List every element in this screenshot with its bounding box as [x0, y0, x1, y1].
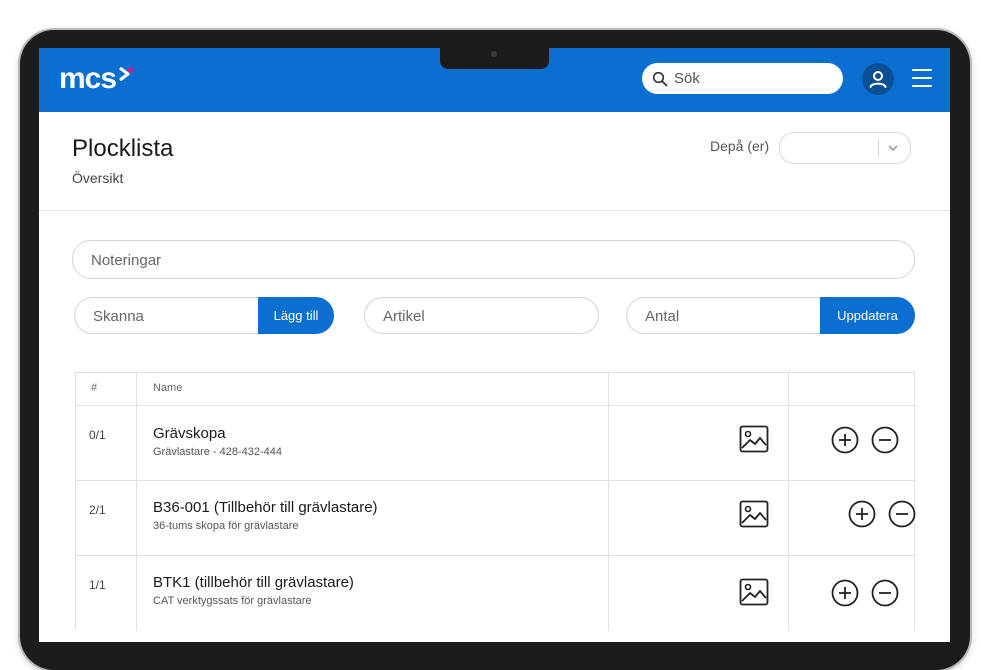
- logo-arrow-icon: [119, 66, 134, 82]
- row-count: 2/1: [89, 503, 106, 517]
- image-icon[interactable]: [739, 578, 769, 606]
- minus-circle-icon[interactable]: [871, 426, 899, 454]
- scan-field[interactable]: Lägg till: [74, 297, 334, 335]
- minus-circle-icon[interactable]: [871, 579, 899, 607]
- row-divider: [76, 555, 916, 556]
- row-name: BTK1 (tillbehör till grävlastare): [153, 574, 354, 591]
- row-divider: [76, 480, 916, 481]
- depot-select[interactable]: [779, 132, 911, 164]
- scan-input[interactable]: [75, 298, 255, 335]
- plus-circle-icon[interactable]: [831, 426, 859, 454]
- page-title: Plocklista: [72, 135, 174, 162]
- hamburger-menu-icon[interactable]: [912, 69, 932, 87]
- quantity-field[interactable]: Uppdatera: [626, 297, 915, 335]
- search-bar[interactable]: [642, 63, 843, 94]
- column-divider: [136, 373, 137, 631]
- select-divider: [878, 139, 879, 157]
- add-button[interactable]: Lägg till: [258, 297, 334, 334]
- row-name: Grävskopa: [153, 425, 226, 442]
- row-description: 36-tums skopa för grävlastare: [153, 520, 299, 532]
- update-button[interactable]: Uppdatera: [820, 297, 915, 334]
- column-header-name: Name: [153, 382, 183, 394]
- page-subtitle: Översikt: [72, 170, 124, 186]
- notes-input[interactable]: [73, 241, 893, 280]
- quantity-input[interactable]: [627, 298, 827, 335]
- image-icon[interactable]: [739, 425, 769, 453]
- column-header-number: #: [91, 382, 98, 394]
- row-description: Grävlastare - 428-432-444: [153, 446, 283, 458]
- plus-circle-icon[interactable]: [848, 500, 876, 528]
- user-profile-button[interactable]: [862, 63, 894, 95]
- logo-text: mcs: [59, 62, 117, 95]
- app-screen: mcs Plocklista Översikt: [39, 48, 950, 642]
- plus-circle-icon[interactable]: [831, 579, 859, 607]
- column-divider: [608, 373, 609, 631]
- article-field[interactable]: [364, 297, 599, 335]
- row-description: CAT verktygssats för grävlastare: [153, 595, 312, 607]
- notes-field[interactable]: [72, 240, 915, 280]
- minus-circle-icon[interactable]: [888, 500, 916, 528]
- search-input[interactable]: [672, 69, 836, 88]
- row-count: 0/1: [89, 428, 106, 442]
- row-name: B36-001 (Tillbehör till grävlastare): [153, 499, 378, 516]
- article-input[interactable]: [365, 298, 585, 335]
- depot-label: Depå (er): [710, 138, 770, 154]
- section-divider: [39, 210, 950, 211]
- camera-icon: [491, 51, 497, 57]
- menu-line: [912, 77, 932, 79]
- column-divider: [788, 373, 789, 631]
- row-count: 1/1: [89, 578, 106, 592]
- user-icon: [869, 71, 887, 88]
- chevron-down-icon: [888, 145, 898, 151]
- menu-line: [912, 85, 932, 87]
- logo[interactable]: mcs: [59, 62, 134, 96]
- picklist-table: # Name 0/1 Grävskopa Grävlastare - 428-4…: [75, 372, 916, 631]
- image-icon[interactable]: [739, 500, 769, 528]
- search-icon: [652, 71, 668, 86]
- menu-line: [912, 69, 932, 71]
- row-divider: [76, 405, 916, 406]
